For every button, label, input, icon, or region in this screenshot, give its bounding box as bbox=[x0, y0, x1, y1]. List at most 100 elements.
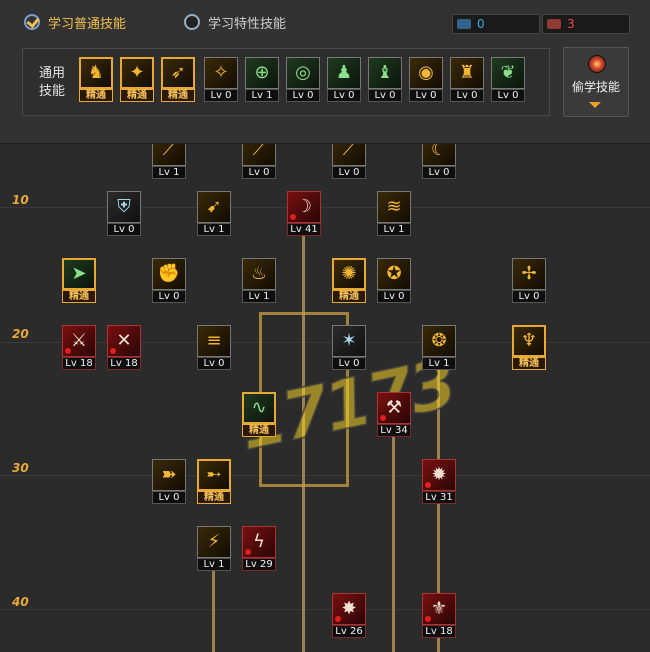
general-skill-slot[interactable]: ❦ Lv 0 bbox=[491, 57, 525, 103]
tree-skill-slot[interactable]: ⟋ Lv 0 bbox=[332, 144, 366, 180]
tree-skill-slot[interactable]: ⟋ Lv 1 bbox=[152, 144, 186, 180]
tree-skill-slot[interactable]: ⚡ Lv 1 bbox=[197, 526, 231, 572]
skill-level-label: Lv 0 bbox=[242, 166, 276, 179]
blue-book-icon bbox=[457, 19, 471, 29]
wings-icon: ✧ bbox=[213, 62, 229, 83]
tree-skill-slot[interactable]: ➹ Lv 1 bbox=[197, 191, 231, 237]
skill-icon-frame: ⚔ bbox=[62, 325, 96, 357]
general-skill-slot[interactable]: ♟ Lv 0 bbox=[327, 57, 361, 103]
skill-icon-frame: ✸ bbox=[332, 593, 366, 625]
skill-level-label: Lv 0 bbox=[450, 89, 484, 102]
tree-skill-slot[interactable]: ➽ Lv 0 bbox=[152, 459, 186, 505]
tree-skill-slot[interactable]: ✪ Lv 0 bbox=[377, 258, 411, 304]
tree-skill-slot[interactable]: ⛨ Lv 0 bbox=[107, 191, 141, 237]
tree-skill-slot[interactable]: ≋ Lv 1 bbox=[377, 191, 411, 237]
general-skill-slot[interactable]: ♜ Lv 0 bbox=[450, 57, 484, 103]
skill-level-label: Lv 0 bbox=[512, 290, 546, 303]
tree-skill-slot[interactable]: ❂ Lv 1 bbox=[422, 325, 456, 371]
skill-icon-frame: ♨ bbox=[242, 258, 276, 290]
alert-dot-icon bbox=[110, 348, 116, 354]
skill-icon-frame: ♟ bbox=[327, 57, 361, 89]
skill-icon-frame: ➹ bbox=[197, 191, 231, 223]
general-skill-slot[interactable]: ♞ 精通 bbox=[79, 57, 113, 103]
skill-icon-frame: ➤ bbox=[62, 258, 96, 290]
tree-skill-slot[interactable]: ✊ Lv 0 bbox=[152, 258, 186, 304]
tree-skill-slot[interactable]: ∿ 精通 bbox=[242, 392, 276, 438]
dash-icon: ➤ bbox=[71, 263, 87, 284]
skill-level-label: Lv 0 bbox=[107, 223, 141, 236]
tree-skill-slot[interactable]: ♆ 精通 bbox=[512, 325, 546, 371]
header-panel: 学习普通技能 学习特性技能 0 3 通用技能 ♞ 精通 ✦ 精通 ➶ 精通 ✧ Lv 0 ⊕ Lv… bbox=[0, 0, 650, 144]
steal-skill-button[interactable]: 偷学技能 bbox=[563, 47, 629, 117]
tree-skill-slot[interactable]: ➸ 精通 bbox=[197, 459, 231, 505]
skill-icon-frame: ◉ bbox=[409, 57, 443, 89]
skill-level-label: Lv 0 bbox=[204, 89, 238, 102]
shield-icon: ⛨ bbox=[117, 196, 131, 217]
steal-orb-icon bbox=[588, 55, 606, 73]
general-skill-slot[interactable]: ✦ 精通 bbox=[120, 57, 154, 103]
general-skill-slot[interactable]: ♝ Lv 0 bbox=[368, 57, 402, 103]
leap-icon: ✦ bbox=[129, 62, 145, 83]
row-divider bbox=[0, 609, 650, 610]
tree-skill-slot[interactable]: ✶ Lv 0 bbox=[332, 325, 366, 371]
skill-icon-frame: ⚜ bbox=[422, 593, 456, 625]
multi-strike-icon: ≡ bbox=[206, 330, 222, 351]
skill-icon-frame: ✪ bbox=[377, 258, 411, 290]
skill-level-label: Lv 1 bbox=[242, 290, 276, 303]
tree-skill-slot[interactable]: ⟋ Lv 0 bbox=[242, 144, 276, 180]
tree-skill-slot[interactable]: ✕ Lv 18 bbox=[107, 325, 141, 371]
general-skill-slot[interactable]: ➶ 精通 bbox=[161, 57, 195, 103]
general-skill-slot[interactable]: ◉ Lv 0 bbox=[409, 57, 443, 103]
tree-skill-slot[interactable]: ✢ Lv 0 bbox=[512, 258, 546, 304]
tree-skill-slot[interactable]: ≡ Lv 0 bbox=[197, 325, 231, 371]
slash-icon: ⟋ bbox=[342, 144, 356, 160]
skill-level-label: 精通 bbox=[512, 357, 546, 370]
skill-level-label: Lv 1 bbox=[245, 89, 279, 102]
alert-dot-icon bbox=[290, 214, 296, 220]
level-marker-40: 40 bbox=[12, 595, 29, 609]
general-skill-slot[interactable]: ✧ Lv 0 bbox=[204, 57, 238, 103]
skill-icon-frame: ➸ bbox=[197, 459, 231, 491]
burst-icon: ✺ bbox=[341, 263, 357, 284]
tree-skill-slot[interactable]: ✹ Lv 31 bbox=[422, 459, 456, 505]
skill-icon-frame: ⚒ bbox=[377, 392, 411, 424]
skill-level-label: Lv 18 bbox=[62, 357, 96, 370]
tab-trait-skills-label: 学习特性技能 bbox=[208, 16, 287, 32]
skill-icon-frame: ◎ bbox=[286, 57, 320, 89]
tree-skill-slot[interactable]: ✸ Lv 26 bbox=[332, 593, 366, 639]
tab-normal-skills[interactable]: 学习普通技能 bbox=[24, 12, 126, 32]
wave-icon: ∿ bbox=[251, 397, 267, 418]
tree-skill-slot[interactable]: ✺ 精通 bbox=[332, 258, 366, 304]
tree-skill-slot[interactable]: ☽ Lv 41 bbox=[287, 191, 321, 237]
general-skill-slot[interactable]: ⊕ Lv 1 bbox=[245, 57, 279, 103]
tree-skill-slot[interactable]: ϟ Lv 29 bbox=[242, 526, 276, 572]
tree-skill-slot[interactable]: ♨ Lv 1 bbox=[242, 258, 276, 304]
skill-level-label: Lv 41 bbox=[287, 223, 321, 236]
tree-skill-slot[interactable]: ➤ 精通 bbox=[62, 258, 96, 304]
skill-level-label: 精通 bbox=[120, 89, 154, 102]
skill-level-label: Lv 0 bbox=[422, 166, 456, 179]
skill-level-label: Lv 0 bbox=[368, 89, 402, 102]
tree-skill-slot[interactable]: ☾ Lv 0 bbox=[422, 144, 456, 180]
tree-skill-slot[interactable]: ⚔ Lv 18 bbox=[62, 325, 96, 371]
whirl-icon: ✹ bbox=[431, 464, 447, 485]
skill-icon-frame: ∿ bbox=[242, 392, 276, 424]
tab-trait-skills[interactable]: 学习特性技能 bbox=[184, 12, 286, 32]
tree-skill-slot[interactable]: ⚒ Lv 34 bbox=[377, 392, 411, 438]
vortex-icon: ❂ bbox=[431, 330, 447, 351]
general-skill-slot[interactable]: ◎ Lv 0 bbox=[286, 57, 320, 103]
fist-icon: ✊ bbox=[157, 263, 181, 284]
kneel-icon: ♝ bbox=[376, 62, 394, 83]
explosion-icon: ✸ bbox=[341, 598, 357, 619]
skill-icon-frame: ❂ bbox=[422, 325, 456, 357]
skill-icon-frame: ✹ bbox=[422, 459, 456, 491]
skill-level-label: Lv 0 bbox=[286, 89, 320, 102]
skill-level-label: Lv 0 bbox=[332, 357, 366, 370]
eye-icon: ◉ bbox=[418, 62, 434, 83]
skill-level-label: Lv 29 bbox=[242, 558, 276, 571]
tree-skill-slot[interactable]: ⚜ Lv 18 bbox=[422, 593, 456, 639]
alert-dot-icon bbox=[335, 616, 341, 622]
skill-level-label: 精通 bbox=[161, 89, 195, 102]
claw-icon: ✶ bbox=[341, 330, 357, 351]
skill-icon-frame: ≡ bbox=[197, 325, 231, 357]
